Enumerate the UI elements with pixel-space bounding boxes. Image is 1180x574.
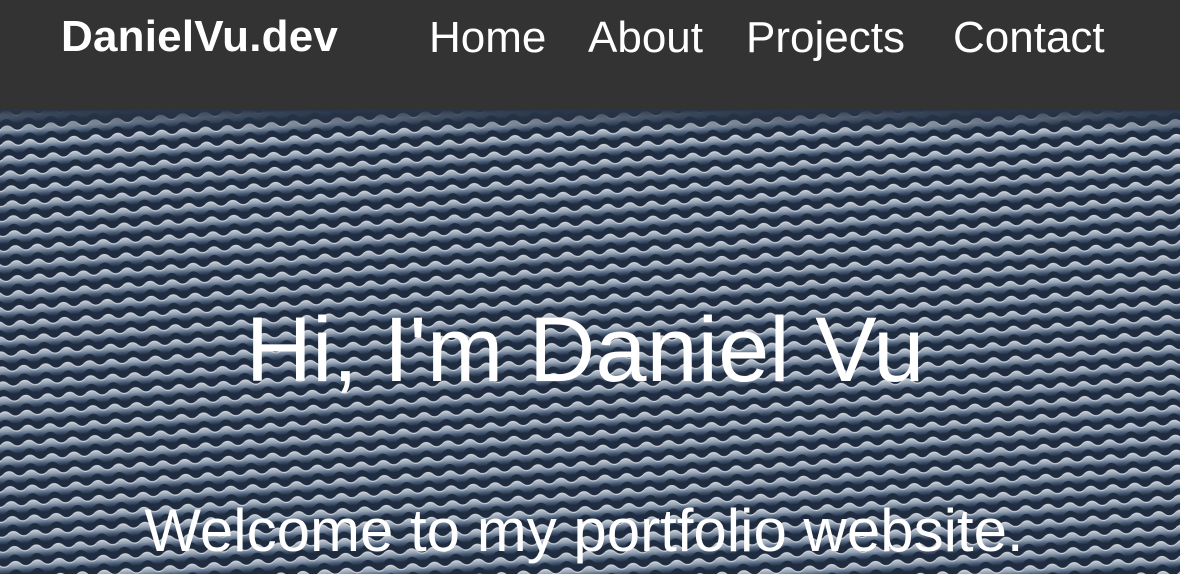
nav-link-home[interactable]: Home: [429, 12, 546, 64]
brand-logo-link[interactable]: DanielVu.dev: [61, 12, 338, 62]
nav-link-contact[interactable]: Contact: [953, 12, 1105, 64]
hero-title: Hi, I'm Daniel Vu: [245, 299, 925, 401]
nav-link-about[interactable]: About: [588, 12, 703, 64]
hero-section: Hi, I'm Daniel Vu Welcome to my portfoli…: [0, 110, 1180, 574]
portfolio-page: DanielVu.dev Home About Projects Contact: [0, 0, 1180, 574]
nav-link-projects[interactable]: Projects: [746, 12, 905, 64]
navbar: DanielVu.dev Home About Projects Contact: [0, 0, 1180, 110]
hero-subtitle: Welcome to my portfolio website.: [144, 497, 1024, 564]
